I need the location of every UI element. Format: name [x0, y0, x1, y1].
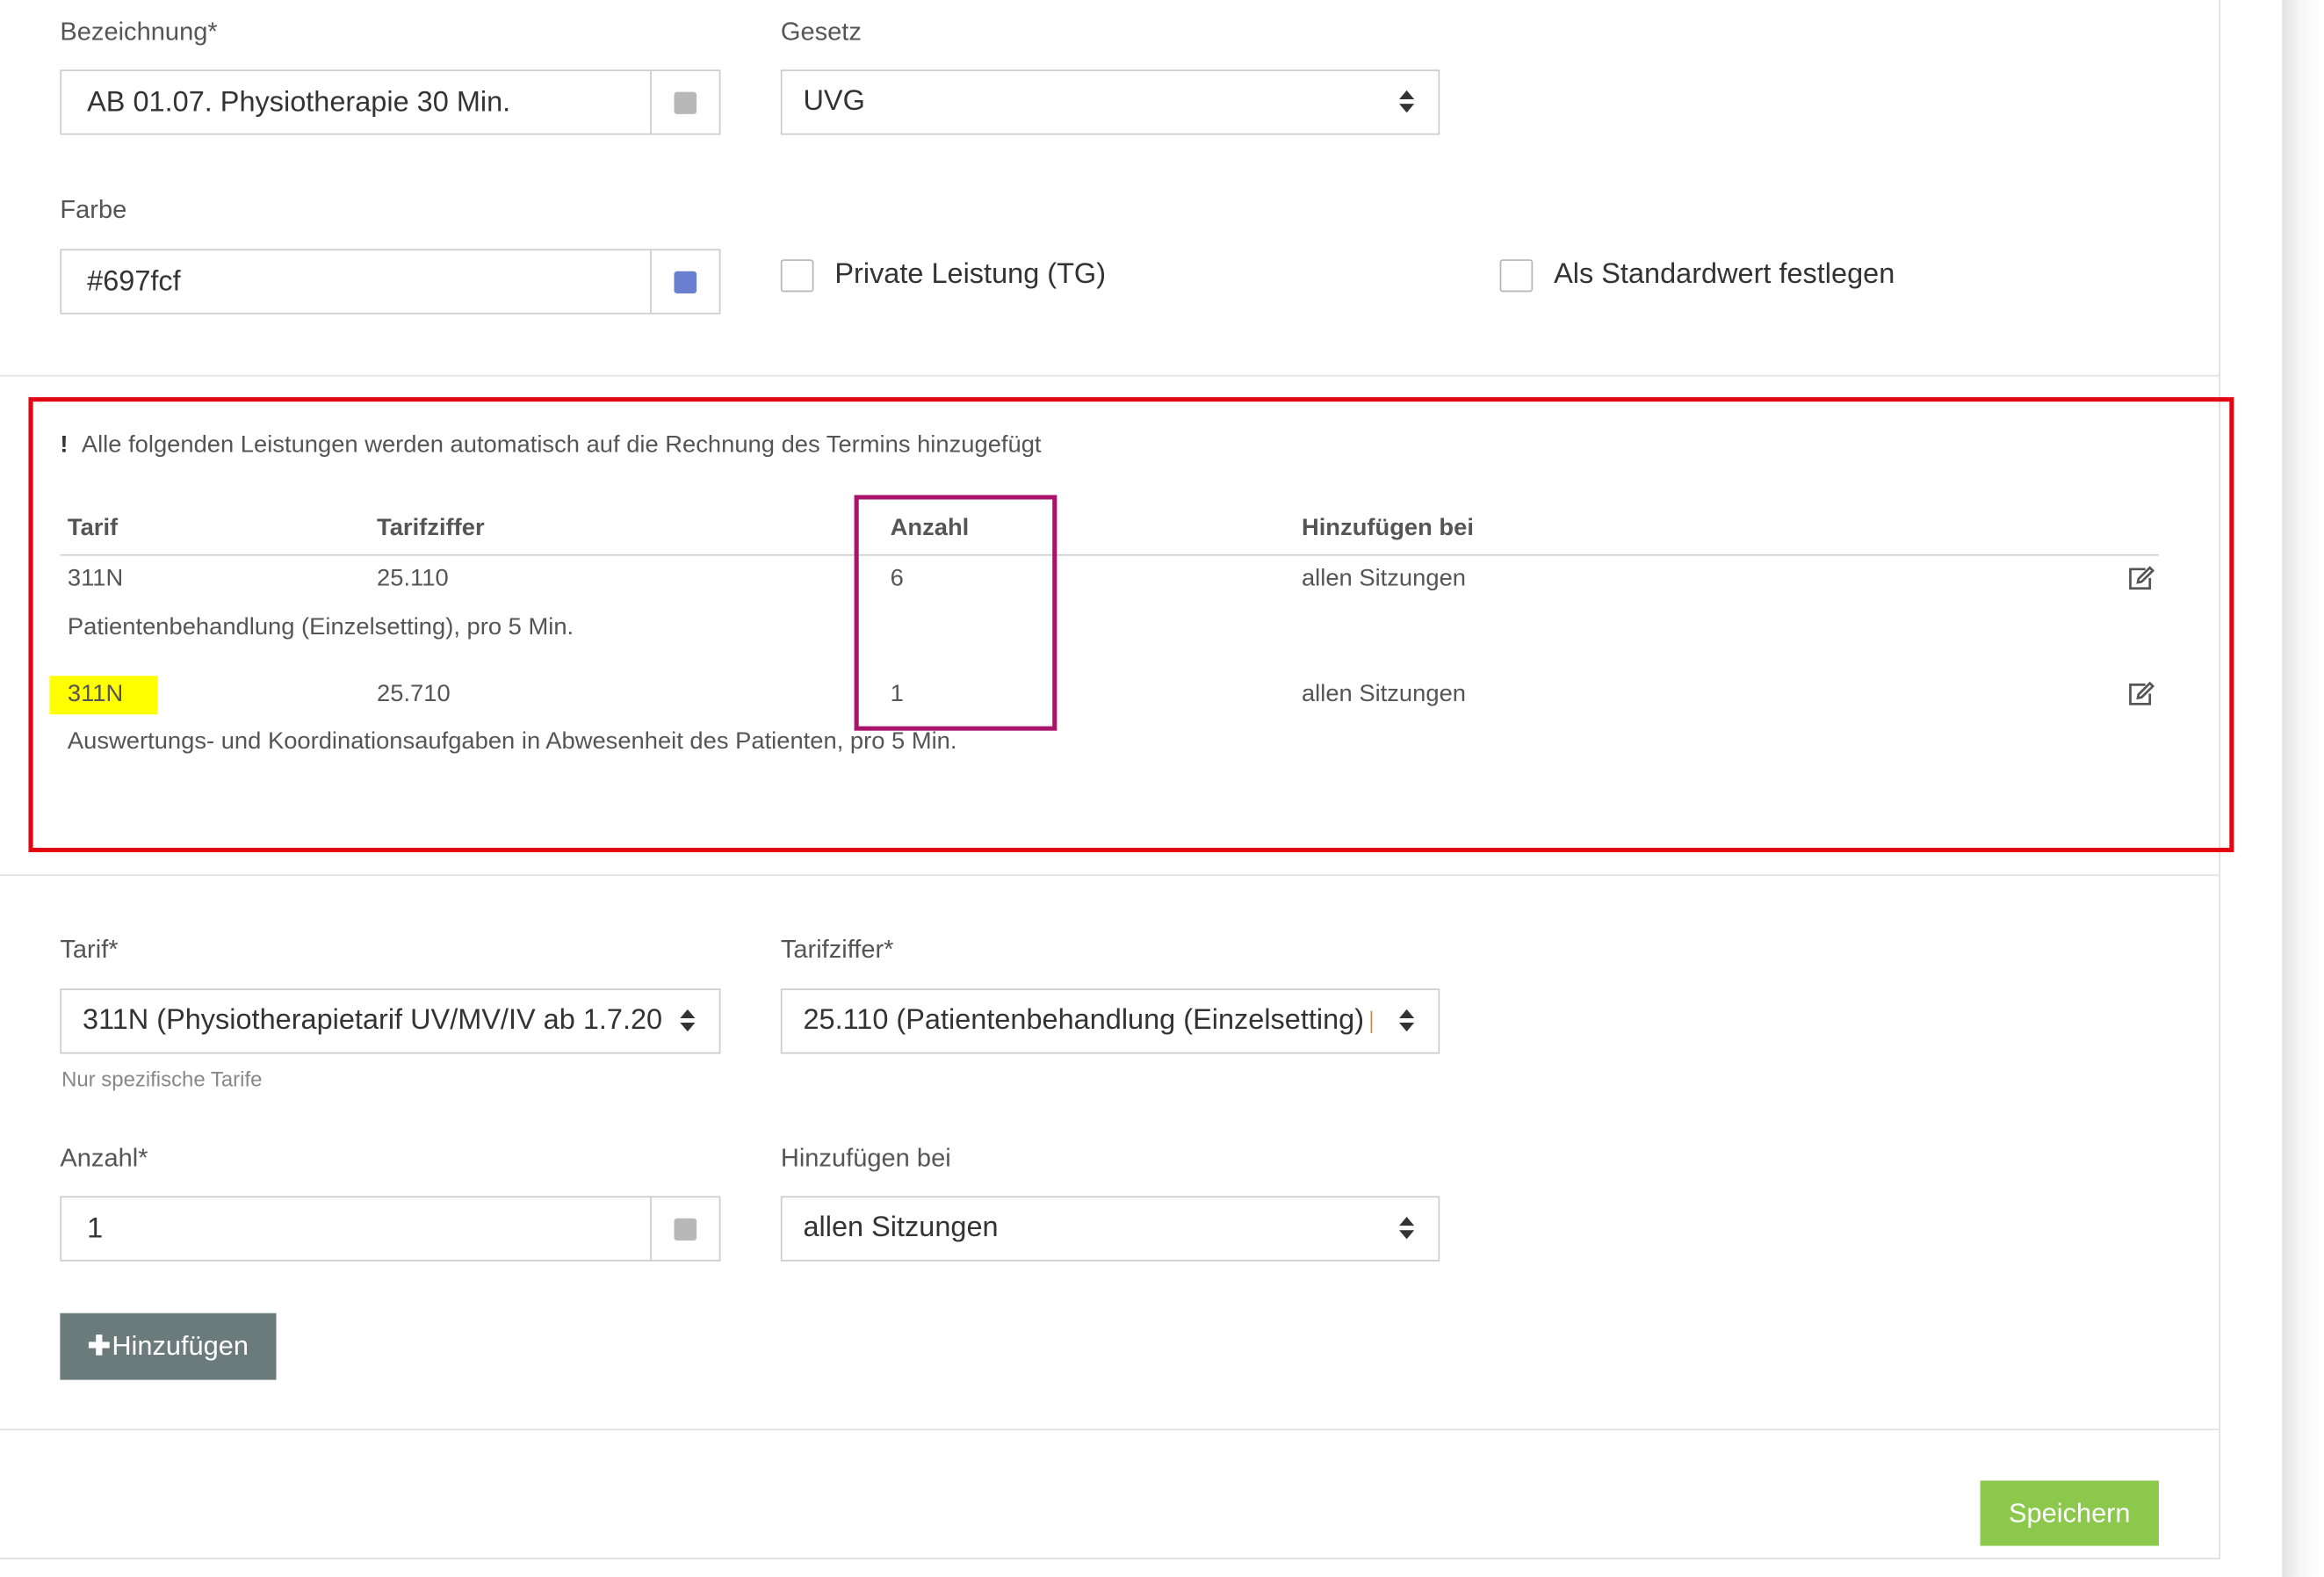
farbe-addon[interactable] — [650, 250, 719, 313]
save-button[interactable]: Speichern — [1980, 1480, 2159, 1546]
private-leistung-checkbox[interactable] — [780, 259, 814, 293]
divider — [0, 874, 2219, 877]
add-button-label: Hinzufügen — [112, 1330, 249, 1361]
anzahl-value: 1 — [87, 1213, 104, 1246]
right-shadow — [2282, 0, 2324, 1577]
select-arrows-icon — [1399, 1009, 1415, 1033]
farbe-label: Farbe — [60, 195, 127, 224]
plus-icon: ✚ — [87, 1330, 111, 1361]
select-arrows-icon — [1399, 90, 1415, 114]
stage: Bezeichnung* AB 01.07. Physiotherapie 30… — [0, 0, 2324, 1577]
stepper-icon — [674, 1218, 697, 1241]
standardwert-checkbox[interactable] — [1499, 259, 1534, 293]
divider — [0, 1429, 2219, 1430]
hinzufuegen-label: Hinzufügen bei — [780, 1144, 951, 1173]
anzahl-addon[interactable] — [650, 1197, 719, 1260]
bezeichnung-label: Bezeichnung* — [60, 18, 218, 47]
tarif-help-text: Nur spezifische Tarife — [61, 1067, 263, 1091]
color-swatch-icon — [674, 91, 697, 114]
panel-bottom-border — [0, 1558, 2221, 1559]
tarifziffer-label: Tarifziffer* — [780, 935, 894, 964]
hinzufuegen-select[interactable]: allen Sitzungen — [780, 1196, 1440, 1262]
bezeichnung-value: AB 01.07. Physiotherapie 30 Min. — [87, 87, 511, 119]
anzahl-label: Anzahl* — [60, 1144, 148, 1173]
annotation-red-frame — [28, 397, 2234, 853]
select-arrows-icon — [1399, 1217, 1415, 1241]
bezeichnung-field[interactable]: AB 01.07. Physiotherapie 30 Min. — [60, 69, 721, 135]
annotation-anzahl-frame — [854, 495, 1057, 731]
gesetz-value: UVG — [803, 85, 865, 118]
hinzufuegen-value: allen Sitzungen — [803, 1212, 999, 1244]
tarif-label: Tarif* — [60, 935, 119, 964]
tarif-value: 311N (Physiotherapietarif UV/MV/IV ab 1.… — [83, 1004, 663, 1037]
tarifziffer-value: 25.110 (Patientenbehandlung (Einzelsetti… — [803, 1004, 1367, 1037]
farbe-field[interactable]: #697fcf — [60, 249, 721, 315]
anzahl-field[interactable]: 1 — [60, 1196, 721, 1262]
gesetz-label: Gesetz — [780, 18, 862, 47]
farbe-value: #697fcf — [87, 266, 181, 299]
tarif-select[interactable]: 311N (Physiotherapietarif UV/MV/IV ab 1.… — [60, 988, 721, 1054]
add-button[interactable]: ✚Hinzufügen — [60, 1313, 277, 1380]
standardwert-label[interactable]: Als Standardwert festlegen — [1554, 259, 1895, 292]
gesetz-select[interactable]: UVG — [780, 69, 1440, 135]
bezeichnung-addon[interactable] — [650, 70, 719, 134]
divider — [0, 374, 2219, 377]
text-overflow-mark — [1370, 1010, 1373, 1033]
private-leistung-label[interactable]: Private Leistung (TG) — [834, 259, 1106, 292]
tarifziffer-select[interactable]: 25.110 (Patientenbehandlung (Einzelsetti… — [780, 988, 1440, 1054]
color-swatch-icon — [674, 271, 697, 294]
select-arrows-icon — [680, 1009, 696, 1033]
